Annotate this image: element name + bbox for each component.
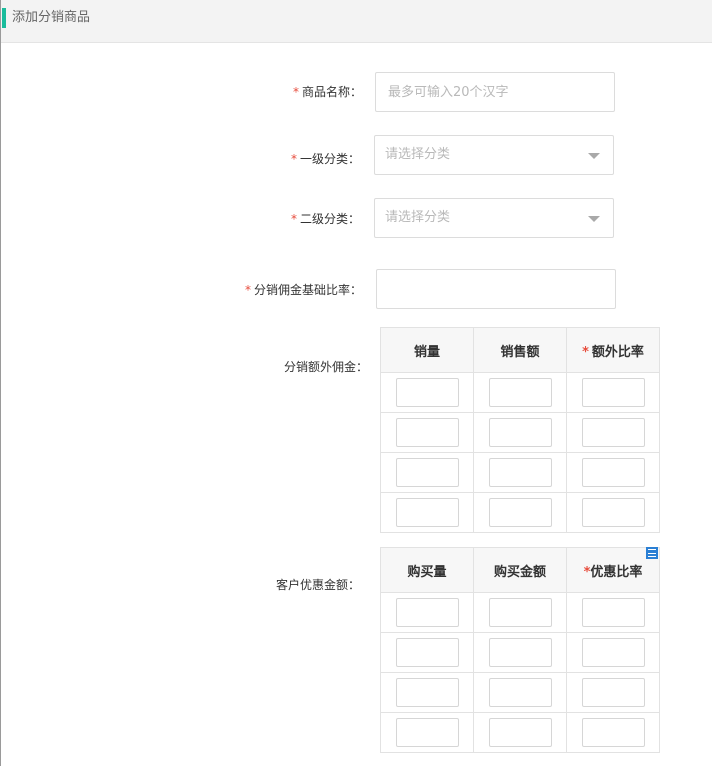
purchase-amount-input[interactable] — [488, 638, 552, 667]
table-row — [380, 632, 660, 673]
sales-amount-input[interactable] — [488, 378, 552, 407]
chevron-down-icon[interactable] — [588, 216, 600, 222]
extra-rate-input[interactable] — [581, 458, 645, 487]
column-header: 购买量 — [380, 547, 474, 593]
discount-rate-input[interactable] — [581, 638, 645, 667]
discount-rate-input[interactable] — [581, 718, 645, 747]
category-2-label: * 二级分类： — [290, 212, 360, 226]
category-2-selected: 请选择分类 — [385, 210, 451, 225]
table-row — [380, 452, 660, 493]
discount-rate-input[interactable] — [581, 678, 645, 707]
extra-rate-input[interactable] — [581, 418, 645, 447]
product-name-field[interactable] — [375, 72, 615, 112]
purchase-amount-input[interactable] — [488, 598, 552, 627]
left-border — [0, 0, 1, 766]
list-icon[interactable] — [646, 547, 658, 559]
column-header: 购买金额 — [473, 547, 567, 593]
required-mark: * — [292, 85, 299, 99]
column-header: 销量 — [380, 327, 474, 373]
page-header: 添加分销商品 — [1, 0, 712, 43]
sales-volume-input[interactable] — [395, 498, 459, 527]
purchase-quantity-input[interactable] — [395, 598, 459, 627]
category-2-select[interactable]: 请选择分类 — [374, 198, 614, 238]
category-1-selected: 请选择分类 — [385, 147, 451, 162]
customer-discount-table: 购买量 购买金额 *优惠比率 — [380, 547, 660, 753]
table-row — [380, 712, 660, 753]
extra-commission-label: 分销额外佣金： — [283, 360, 368, 374]
base-rate-label: * 分销佣金基础比率： — [244, 283, 362, 297]
required-mark: * — [244, 283, 251, 297]
extra-commission-table: 销量 销售额 * 额外比率 — [380, 327, 660, 533]
sales-amount-input[interactable] — [488, 418, 552, 447]
table-row — [380, 672, 660, 713]
sales-volume-input[interactable] — [395, 378, 459, 407]
required-mark: * — [290, 152, 297, 166]
sales-amount-input[interactable] — [488, 498, 552, 527]
discount-rate-input[interactable] — [581, 598, 645, 627]
purchase-amount-input[interactable] — [488, 718, 552, 747]
page-title: 添加分销商品 — [12, 10, 91, 25]
category-1-select[interactable]: 请选择分类 — [374, 135, 614, 175]
sales-volume-input[interactable] — [395, 418, 459, 447]
purchase-quantity-input[interactable] — [395, 638, 459, 667]
extra-rate-input[interactable] — [581, 378, 645, 407]
sales-amount-input[interactable] — [488, 458, 552, 487]
chevron-down-icon[interactable] — [588, 153, 600, 159]
column-header: * 额外比率 — [566, 327, 660, 373]
table-row — [380, 412, 660, 453]
customer-discount-label: 客户优惠金额： — [275, 578, 360, 592]
table-row — [380, 592, 660, 633]
category-1-label: * 一级分类： — [290, 152, 360, 166]
table-row — [380, 372, 660, 413]
purchase-quantity-input[interactable] — [395, 718, 459, 747]
sales-volume-input[interactable] — [395, 458, 459, 487]
base-rate-input[interactable] — [377, 270, 615, 308]
product-name-input[interactable] — [376, 73, 614, 111]
table-header-row: 销量 销售额 * 额外比率 — [380, 327, 660, 373]
table-row — [380, 492, 660, 533]
header-accent-bar — [2, 8, 6, 28]
column-header: 销售额 — [473, 327, 567, 373]
purchase-quantity-input[interactable] — [395, 678, 459, 707]
required-mark: * — [582, 344, 589, 360]
required-mark: * — [290, 212, 297, 226]
base-rate-field[interactable] — [376, 269, 616, 309]
product-name-label: * 商品名称： — [292, 85, 362, 99]
table-header-row: 购买量 购买金额 *优惠比率 — [380, 547, 660, 593]
extra-rate-input[interactable] — [581, 498, 645, 527]
purchase-amount-input[interactable] — [488, 678, 552, 707]
